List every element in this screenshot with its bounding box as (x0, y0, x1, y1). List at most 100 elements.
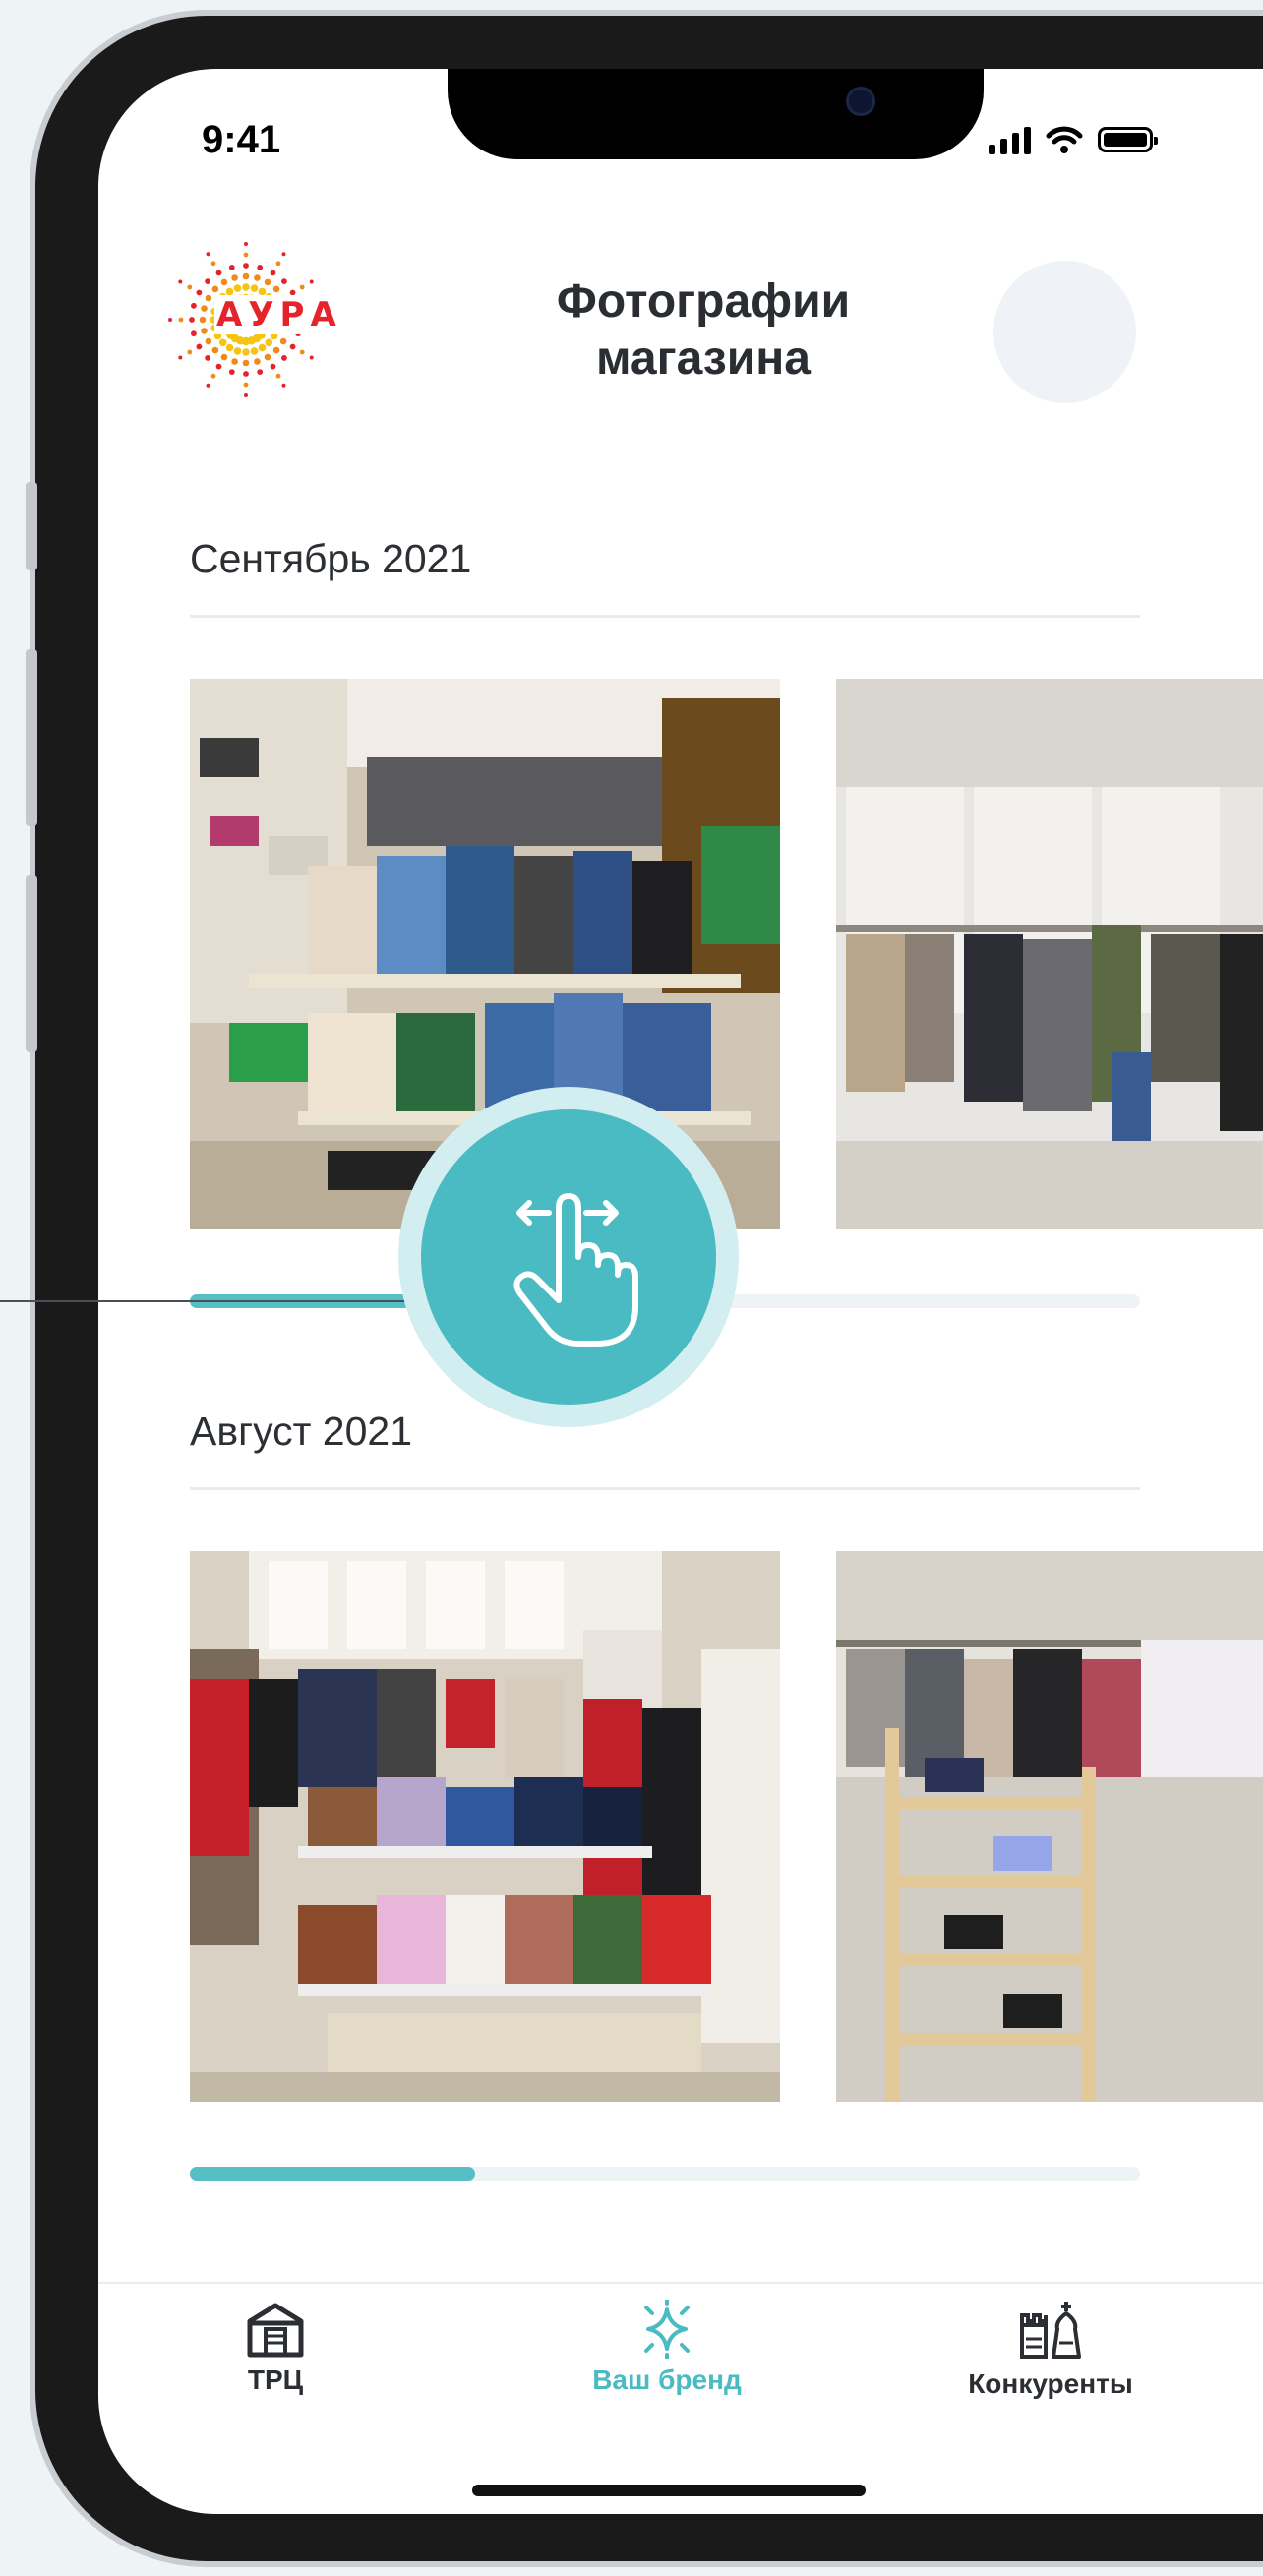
logo-dot (231, 274, 238, 281)
logo-text: АУРА (214, 295, 344, 334)
avatar[interactable] (993, 261, 1136, 403)
status-icons (989, 120, 1158, 159)
logo-dot (257, 265, 264, 270)
logo-dot (242, 348, 250, 356)
tab-your-brand[interactable]: Ваш бренд (559, 2300, 775, 2396)
brand-logo[interactable]: АУРА (167, 236, 344, 403)
logo-dot (220, 278, 228, 286)
logo-dot (281, 278, 287, 284)
tab-competitors[interactable]: Конкуренты (942, 2300, 1159, 2400)
logo-dot (231, 358, 238, 365)
logo-dot (228, 265, 235, 270)
logo-dot (309, 279, 314, 284)
notch (448, 69, 984, 159)
battery-icon (1098, 127, 1158, 152)
logo-dot (205, 355, 210, 361)
horizontal-scrollbar[interactable] (190, 2167, 1140, 2181)
side-button (26, 482, 37, 570)
swipe-hint-button[interactable] (421, 1109, 716, 1405)
section-title: Сентябрь 2021 (190, 536, 472, 581)
logo-dot (242, 359, 250, 367)
store-photo[interactable] (836, 1551, 1263, 2102)
logo-dot (220, 353, 228, 361)
logo-dot (299, 349, 305, 355)
home-indicator[interactable] (472, 2485, 866, 2496)
logo-dot (199, 316, 207, 324)
logo-dot (178, 317, 184, 323)
logo-dot (250, 284, 259, 292)
side-button (26, 875, 37, 1052)
logo-dot (215, 363, 222, 370)
logo-dot (272, 285, 280, 293)
divider (190, 1487, 1140, 1490)
logo-dot (264, 278, 271, 286)
logo-dot (281, 383, 286, 388)
side-button (26, 649, 37, 826)
logo-dot (211, 285, 219, 293)
tab-label: Конкуренты (968, 2368, 1133, 2399)
status-time: 9:41 (202, 118, 281, 161)
tab-label: Ваш бренд (592, 2365, 742, 2395)
logo-dot (211, 346, 219, 354)
logo-dot (187, 284, 193, 290)
chess-icon (1020, 2302, 1081, 2359)
logo-dot (275, 373, 281, 379)
tab-label: ТРЦ (247, 2365, 304, 2395)
logo-dot (196, 289, 203, 296)
scrollbar-thumb[interactable] (190, 2167, 475, 2181)
signal-icon (989, 125, 1031, 154)
logo-dot (279, 337, 287, 345)
sparkle-icon (644, 2300, 690, 2359)
logo-dot (189, 317, 195, 323)
annotation-pointer-line (0, 1300, 423, 1302)
store-photo[interactable] (190, 1551, 780, 2102)
logo-dot (254, 274, 261, 281)
store-photo[interactable] (836, 679, 1263, 1229)
section-title: Август 2021 (190, 1408, 413, 1454)
logo-dot (215, 270, 222, 276)
logo-dot (205, 278, 210, 284)
logo-dot (242, 272, 250, 280)
logo-dot (225, 343, 234, 352)
logo-dot (242, 283, 250, 291)
logo-dot (254, 358, 261, 365)
logo-dot (201, 305, 208, 312)
logo-dot (205, 294, 212, 302)
logo-dot (270, 270, 276, 276)
page-title: Фотографии магазина (556, 275, 851, 385)
logo-dot (206, 383, 210, 388)
logo-dot (187, 349, 193, 355)
logo-dot (233, 284, 242, 292)
logo-dot (210, 261, 216, 267)
logo-dot (178, 279, 183, 284)
logo-dot (250, 347, 259, 355)
tabbar-divider (98, 2282, 1263, 2284)
logo-dot (275, 261, 281, 267)
logo-dot (272, 346, 280, 354)
logo-dot (191, 330, 197, 337)
logo-dot (178, 355, 183, 360)
logo-dot (258, 343, 267, 352)
logo-dot (281, 355, 287, 361)
logo-dot (264, 353, 271, 361)
swipe-gesture-icon (513, 1193, 638, 1347)
wifi-icon (1046, 126, 1083, 153)
logo-dot (244, 242, 248, 246)
logo-dot (299, 284, 305, 290)
logo-dot (309, 355, 314, 360)
mall-icon (247, 2303, 304, 2358)
logo-dot (233, 347, 242, 355)
logo-dot (265, 338, 273, 347)
logo-dot (289, 343, 296, 350)
tab-mall[interactable]: ТРЦ (167, 2300, 384, 2396)
logo-dot (243, 382, 249, 388)
logo-dot (168, 318, 172, 322)
logo-dot (206, 252, 210, 257)
logo-dot (201, 328, 208, 334)
logo-dot (257, 369, 264, 375)
logo-dot (210, 373, 216, 379)
logo-dot (243, 371, 249, 377)
logo-dot (243, 252, 249, 258)
logo-dot (205, 337, 212, 345)
logo-dot (196, 343, 203, 350)
